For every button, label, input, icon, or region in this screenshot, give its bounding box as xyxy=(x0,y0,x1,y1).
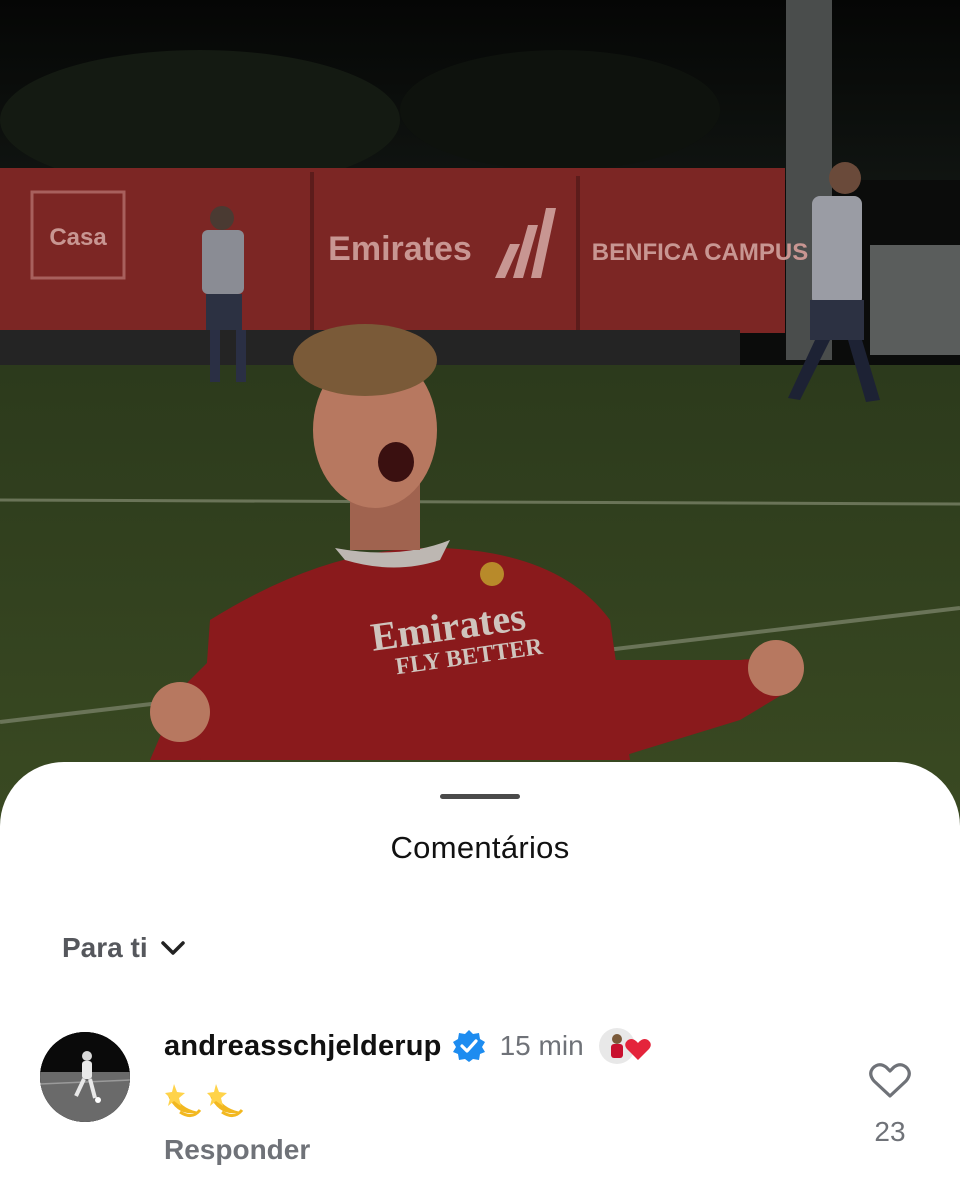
creator-liked-heart-icon xyxy=(598,1028,651,1064)
avatar-image xyxy=(40,1032,130,1122)
photo-illustration: Casa Emirates BENFICA CAMPUS Emirates FL… xyxy=(0,0,960,830)
verified-badge-icon xyxy=(452,1030,485,1062)
avatar[interactable] xyxy=(40,1032,130,1122)
like-count: 23 xyxy=(874,1116,906,1147)
comment-username[interactable]: andreasschjelderup xyxy=(164,1030,442,1063)
reply-button[interactable]: Responder xyxy=(164,1134,310,1166)
comment-time: 15 min xyxy=(499,1030,584,1061)
dizzy-emoji-icon xyxy=(165,1084,244,1117)
banner-casa: Casa xyxy=(49,224,107,251)
post-photo: Casa Emirates BENFICA CAMPUS Emirates FL… xyxy=(0,0,960,830)
comment-item: andreasschjelderup 15 min Responder 23 xyxy=(0,1024,960,1194)
comment-text xyxy=(162,1076,246,1124)
banner-benfica-campus: BENFICA CAMPUS xyxy=(592,239,808,266)
comment-sort-filter[interactable]: Para ti xyxy=(62,932,186,964)
heart-outline-icon[interactable] xyxy=(868,1060,912,1100)
filter-label: Para ti xyxy=(62,932,148,963)
comment-header: andreasschjelderup 15 min xyxy=(164,1024,656,1068)
banner-emirates: Emirates xyxy=(328,230,472,268)
drag-handle[interactable] xyxy=(440,794,520,799)
chevron-down-icon xyxy=(160,941,185,955)
sheet-title: Comentários xyxy=(390,830,570,865)
comments-sheet: Comentários Para ti andreasschjelderup 1… xyxy=(0,762,960,1200)
